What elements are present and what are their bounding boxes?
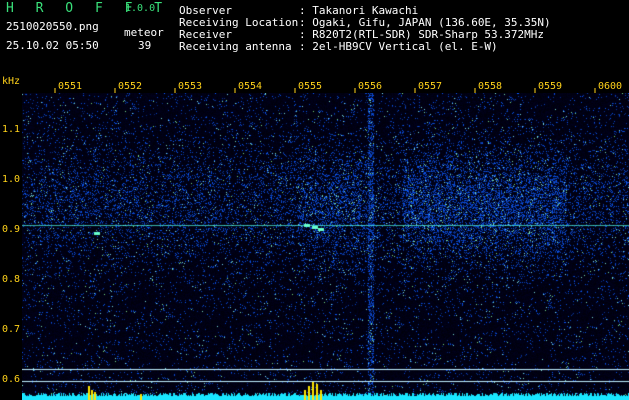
app-version: 1.0.0: [125, 3, 156, 14]
x-tick-marks: [54, 88, 596, 93]
y-tick-label: 1.0: [2, 174, 21, 185]
y-tick-label: 0.7: [2, 324, 21, 335]
hrofft-window: H R O F F T 1.0.0 2510020550.png meteor …: [0, 0, 629, 400]
meteor-count: 39: [138, 39, 152, 52]
image-filename: 2510020550.png: [6, 20, 99, 33]
y-tick-label: 0.6: [2, 374, 21, 385]
station-info: Observer: Takanori Kawachi Receiving Loc…: [179, 5, 551, 53]
y-tick-label: 0.9: [2, 224, 21, 235]
spectrogram-plot: [22, 93, 629, 400]
capture-datetime: 25.10.02 05:50: [6, 39, 99, 52]
station-row-antenna: Receiving antenna: 2el-HB9CV Vertical (e…: [179, 40, 498, 53]
spectrogram-canvas: [22, 93, 629, 400]
y-tick-label: 1.1: [2, 124, 21, 135]
meteor-label: meteor: [124, 26, 164, 39]
y-tick-label: 0.8: [2, 274, 21, 285]
y-axis-unit: kHz: [2, 76, 21, 87]
